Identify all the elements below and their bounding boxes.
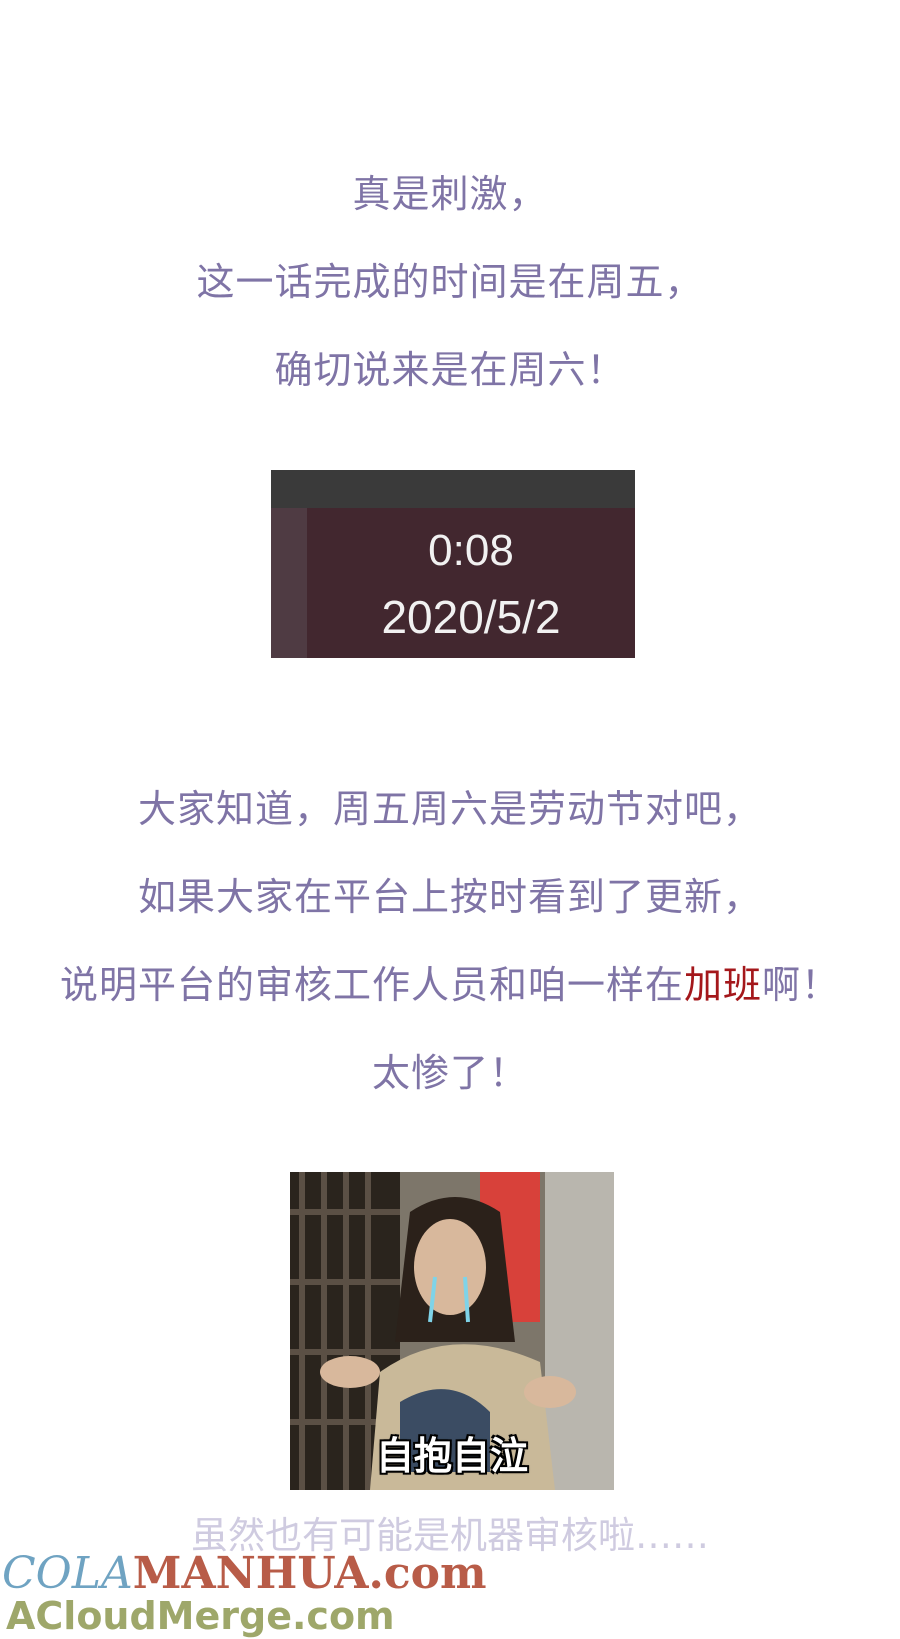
- meme-image: 自抱自泣: [290, 1172, 614, 1490]
- main-paragraph: 大家知道，周五周六是劳动节对吧， 如果大家在平台上按时看到了更新， 说明平台的审…: [0, 765, 900, 1117]
- taskbar-divider: [271, 508, 307, 658]
- highlight-text: 加班: [683, 963, 762, 1007]
- watermark-part: MANHUA.com: [132, 1548, 487, 1599]
- clock-date: 2020/5/2: [381, 591, 561, 643]
- watermark-acloudmerge: ACloudMerge.com: [6, 1594, 395, 1638]
- text-line: 如果大家在平台上按时看到了更新，: [137, 875, 762, 919]
- watermark-colamanhua: COLAMANHUA.com: [2, 1548, 487, 1599]
- watermark-part: COLA: [2, 1548, 133, 1599]
- text-segment: 说明平台的审核工作人员和咱一样在: [59, 963, 684, 1007]
- text-line: 大家知道，周五周六是劳动节对吧，: [137, 787, 762, 831]
- text-segment: 啊！: [762, 963, 841, 1007]
- text-line: 真是刺激，: [352, 172, 548, 216]
- intro-paragraph: 真是刺激， 这一话完成的时间是在周五， 确切说来是在周六！: [0, 150, 900, 414]
- clock-screenshot: 0:08 2020/5/2: [271, 470, 635, 658]
- meme-caption: 自抱自泣: [375, 1434, 528, 1478]
- clock-time: 0:08: [428, 526, 514, 575]
- text-line: 太惨了！: [371, 1051, 528, 1095]
- taskbar-top: [271, 470, 635, 508]
- text-line: 确切说来是在周六！: [274, 348, 626, 392]
- text-line: 这一话完成的时间是在周五，: [196, 260, 704, 304]
- text-line: 说明平台的审核工作人员和咱一样在加班啊！: [0, 941, 900, 1029]
